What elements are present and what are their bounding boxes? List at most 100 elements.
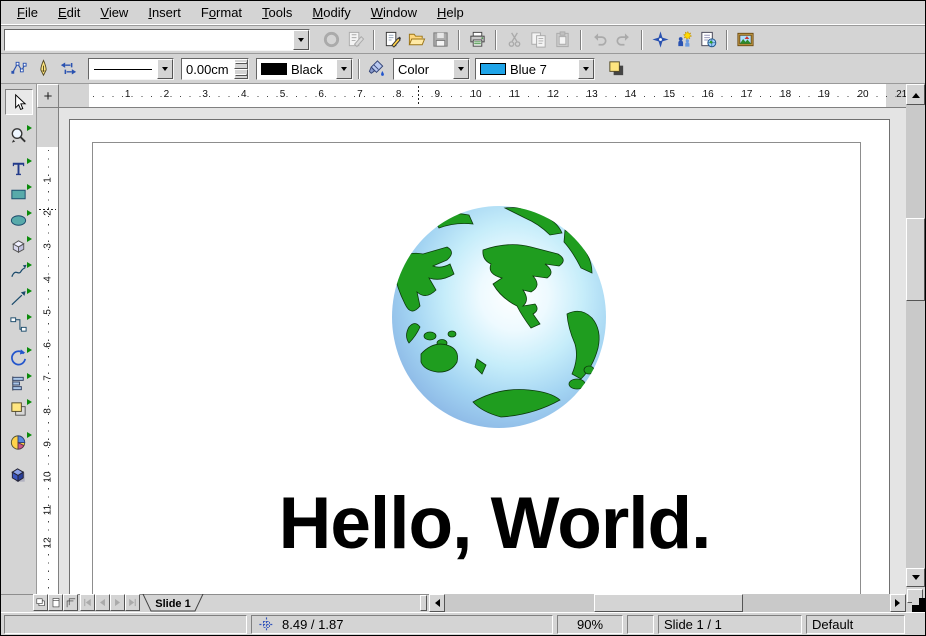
- menu-file[interactable]: File: [7, 3, 48, 22]
- rectangle-tool-button[interactable]: [5, 181, 33, 207]
- scroll-down-button[interactable]: [906, 568, 925, 587]
- objects-3d-tool-button[interactable]: [5, 233, 33, 259]
- animation-effects-button[interactable]: [673, 29, 696, 51]
- arrange-icon: [9, 400, 28, 419]
- status-panel-layout[interactable]: Default: [806, 615, 905, 634]
- hruler-number: 12: [548, 89, 559, 100]
- tab-label: Slide 1: [155, 598, 190, 610]
- next-slide-button: [110, 594, 125, 611]
- gallery-button[interactable]: [734, 29, 757, 51]
- rotate-tool-button[interactable]: [5, 344, 33, 370]
- slide-view-button[interactable]: [33, 594, 48, 611]
- url-dropdown-button[interactable]: [293, 30, 309, 50]
- menu-window[interactable]: Window: [361, 3, 427, 22]
- window-resize-grip[interactable]: [912, 598, 925, 612]
- text-tool-button[interactable]: [5, 155, 33, 181]
- fill-type-combobox[interactable]: Color: [393, 58, 470, 80]
- line-style-preview: [89, 59, 157, 79]
- zoom-tool-button[interactable]: [5, 122, 33, 148]
- menu-help[interactable]: Help: [427, 3, 474, 22]
- vertical-ruler[interactable]: 123456789101112: [37, 108, 59, 594]
- drawing-canvas[interactable]: Hello, World.: [59, 108, 906, 594]
- menu-format[interactable]: Format: [191, 3, 252, 22]
- navigator-button[interactable]: [649, 29, 672, 51]
- stop-button: [320, 29, 343, 51]
- long-click-flag-icon: [27, 236, 32, 242]
- status-panel-position[interactable]: 8.49 / 1.87: [251, 615, 553, 634]
- area-style-button[interactable]: [365, 58, 388, 80]
- previous-slide-icon: [97, 597, 108, 608]
- layer-view-button[interactable]: [63, 594, 78, 611]
- vertical-scrollbar[interactable]: [906, 84, 925, 587]
- tab-scrollbar-splitter[interactable]: [420, 595, 427, 611]
- alignment-tool-button[interactable]: [5, 370, 33, 396]
- curve-tool-button[interactable]: [5, 259, 33, 285]
- menu-tools[interactable]: Tools: [252, 3, 302, 22]
- insert-tool-button[interactable]: [5, 429, 33, 455]
- line-pen-button[interactable]: [32, 58, 55, 80]
- zoom-value: 90%: [577, 617, 603, 632]
- ellipse-icon: [9, 211, 28, 230]
- effects-tool-button[interactable]: [5, 462, 33, 488]
- url-combobox[interactable]: [4, 29, 310, 51]
- hruler-number: 1: [125, 89, 131, 100]
- long-click-flag-icon: [27, 314, 32, 320]
- edit-points-button[interactable]: [7, 58, 30, 80]
- effects-icon: [9, 466, 28, 485]
- ellipse-tool-button[interactable]: [5, 207, 33, 233]
- crosshair-icon: +: [44, 88, 53, 105]
- line-color-dropdown-button[interactable]: [336, 59, 352, 79]
- line-style-combobox[interactable]: [88, 58, 174, 80]
- print-button[interactable]: [466, 29, 489, 51]
- long-click-flag-icon: [27, 373, 32, 379]
- menu-modify[interactable]: Modify: [302, 3, 360, 22]
- new-document-button[interactable]: [381, 29, 404, 51]
- fill-type-dropdown-button[interactable]: [453, 59, 469, 79]
- arrange-tool-button[interactable]: [5, 396, 33, 422]
- shadow-button[interactable]: [605, 58, 628, 80]
- connector-icon: [9, 315, 28, 334]
- fill-type-value[interactable]: Color: [394, 59, 453, 79]
- slide-number-value: Slide 1 / 1: [664, 617, 722, 632]
- scroll-up-button[interactable]: [906, 84, 925, 105]
- line-style-dropdown-button[interactable]: [157, 59, 173, 79]
- url-field[interactable]: [5, 30, 293, 50]
- open-button[interactable]: [405, 29, 428, 51]
- horizontal-scrollbar-thumb[interactable]: [594, 594, 743, 612]
- connector-tool-button[interactable]: [5, 311, 33, 337]
- fill-color-value[interactable]: Blue 7: [506, 59, 578, 79]
- horizontal-scrollbar[interactable]: [429, 594, 906, 612]
- horizontal-ruler[interactable]: 123456789101112131415161718192021: [59, 84, 906, 108]
- line-color-value[interactable]: Black: [287, 59, 336, 79]
- menu-insert[interactable]: Insert: [138, 3, 191, 22]
- cursor-position-marker: [39, 209, 56, 210]
- tab-slide-1[interactable]: Slide 1: [142, 594, 204, 612]
- fill-color-combobox[interactable]: Blue 7: [475, 58, 595, 80]
- spin-up-button[interactable]: [234, 59, 248, 69]
- slide-title-text[interactable]: Hello, World.: [84, 482, 905, 565]
- scroll-left-button[interactable]: [429, 594, 445, 612]
- status-panel-zoom[interactable]: 90%: [557, 615, 623, 634]
- spin-down-button[interactable]: [234, 69, 248, 79]
- menu-view[interactable]: View: [90, 3, 138, 22]
- master-view-button[interactable]: [48, 594, 63, 611]
- line-color-combobox[interactable]: Black: [256, 58, 353, 80]
- globe-image[interactable]: [389, 204, 609, 430]
- vertical-scrollbar-thumb[interactable]: [906, 218, 925, 301]
- menu-edit[interactable]: Edit: [48, 3, 90, 22]
- insert-web-button[interactable]: [697, 29, 720, 51]
- line-width-spinner[interactable]: 0.00cm: [181, 58, 249, 80]
- lines-arrows-tool-button[interactable]: [5, 285, 33, 311]
- save-button: [429, 29, 452, 51]
- select-tool-button[interactable]: [5, 89, 33, 115]
- ruler-origin-button[interactable]: +: [37, 84, 59, 108]
- scroll-right-button[interactable]: [890, 594, 906, 612]
- arrow-ends-button[interactable]: [57, 58, 80, 80]
- line-width-value[interactable]: 0.00cm: [182, 59, 234, 79]
- slide-page[interactable]: Hello, World.: [69, 119, 890, 594]
- zoom-icon: [9, 126, 28, 145]
- fill-color-dropdown-button[interactable]: [578, 59, 594, 79]
- status-panel-slide[interactable]: Slide 1 / 1: [658, 615, 802, 634]
- hruler-number: 13: [587, 89, 598, 100]
- vruler-number: 1: [43, 177, 54, 183]
